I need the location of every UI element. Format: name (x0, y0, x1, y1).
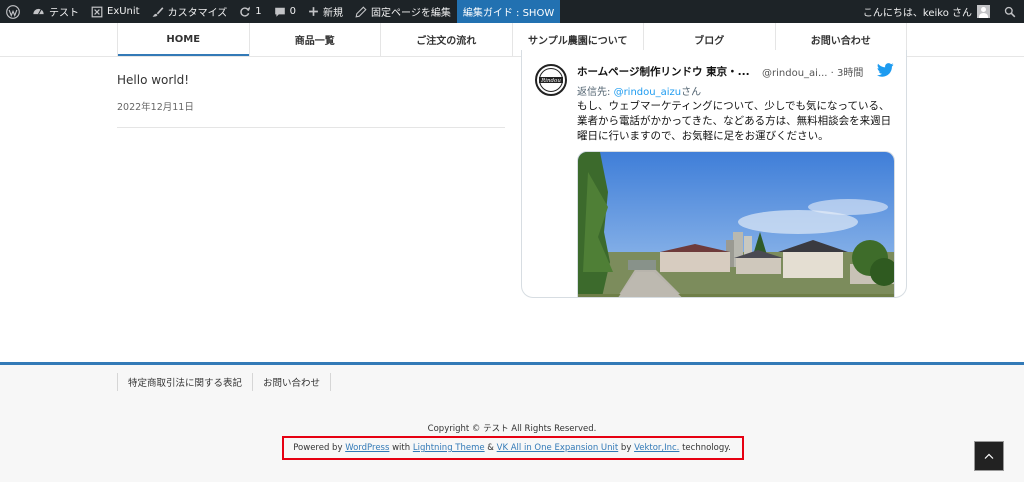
search-icon (1004, 6, 1016, 17)
comment-icon (274, 7, 285, 17)
edit-page-label: 固定ページを編集 (371, 8, 451, 19)
dashboard-icon (33, 8, 44, 15)
edit-guide-toggle[interactable]: 編集ガイド : SHOW (456, 0, 561, 23)
site-name-menu[interactable]: テスト (26, 0, 85, 23)
customize-label: カスタマイズ (167, 8, 228, 19)
tweet-handle[interactable]: @rindou_ai... (762, 68, 827, 79)
exunit-menu[interactable]: ExUnit (85, 0, 146, 23)
tweet-handle-time: @rindou_ai... · 3時間 (762, 64, 863, 79)
wordpress-menu[interactable] (0, 0, 26, 23)
rindou-logo-icon: Rindou (539, 68, 563, 92)
account-menu[interactable]: こんにちは、keiko さん (857, 0, 996, 23)
embedded-tweet[interactable]: Rindou ホームページ制作リンドウ 東京・... @rindou_ai...… (521, 50, 907, 298)
footer-link-tokushoho[interactable]: 特定商取引法に関する表記 (117, 373, 252, 391)
admin-bar: テスト ExUnit カスタマイズ 1 0 新規 固定ページを編集 編集ガイド … (0, 0, 1024, 23)
comments-count: 0 (289, 6, 297, 17)
reply-mention-link[interactable]: @rindou_aizu (614, 87, 682, 98)
tweet-time[interactable]: · 3時間 (831, 68, 864, 79)
page-top-button[interactable] (974, 441, 1004, 471)
twitter-bird-icon[interactable] (877, 63, 894, 77)
tweet-avatar[interactable]: Rindou (535, 64, 567, 96)
plus-icon (309, 7, 318, 16)
highlight-box (282, 436, 744, 460)
edit-page-menu[interactable]: 固定ページを編集 (349, 0, 457, 23)
post-date: 2022年12月11日 (117, 102, 194, 113)
tweet-text: もし、ウェブマーケティングについて、少しでも気になっている、業者から電話がかかっ… (577, 100, 892, 142)
tweet-reply-line: 返信先: @rindou_aizuさん (577, 83, 701, 98)
site-footer: 特定商取引法に関する表記 お問い合わせ Copyright © テスト All … (0, 362, 1024, 482)
copyright-text: Copyright © テスト All Rights Reserved. (427, 424, 597, 434)
brush-icon (152, 6, 163, 17)
post-title-link[interactable]: Hello world! (117, 73, 189, 87)
rural-town-photo (578, 152, 894, 297)
chevron-up-icon (984, 453, 994, 459)
new-content-menu[interactable]: 新規 (302, 0, 349, 23)
exunit-label: ExUnit (107, 6, 140, 17)
avatar-logo-text: Rindou (540, 78, 561, 84)
reply-suffix: さん (681, 87, 702, 98)
avatar-icon (977, 5, 990, 18)
nav-item-order-flow[interactable]: ご注文の流れ (381, 23, 513, 56)
update-icon (240, 6, 251, 17)
post-divider (117, 127, 505, 128)
tweet-author-name[interactable]: ホームページ制作リンドウ 東京・... (577, 64, 753, 79)
updates-count: 1 (255, 6, 262, 17)
reply-prefix: 返信先: (577, 87, 614, 98)
customize-menu[interactable]: カスタマイズ (146, 0, 234, 23)
exunit-icon (91, 6, 103, 17)
nav-item-home[interactable]: HOME (118, 23, 250, 56)
footer-nav: 特定商取引法に関する表記 お問い合わせ (117, 373, 332, 391)
pencil-icon (355, 5, 367, 17)
tweet-photo[interactable] (577, 151, 895, 297)
updates-menu[interactable]: 1 (233, 0, 267, 23)
wordpress-logo-icon (6, 4, 20, 19)
footer-link-contact[interactable]: お問い合わせ (252, 373, 332, 391)
site-name-label: テスト (49, 8, 79, 19)
greeting-text: こんにちは、keiko さん (862, 8, 972, 19)
nav-item-products[interactable]: 商品一覧 (250, 23, 381, 56)
admin-search[interactable] (996, 0, 1024, 23)
comments-menu[interactable]: 0 (268, 0, 302, 23)
new-content-label: 新規 (323, 8, 344, 19)
